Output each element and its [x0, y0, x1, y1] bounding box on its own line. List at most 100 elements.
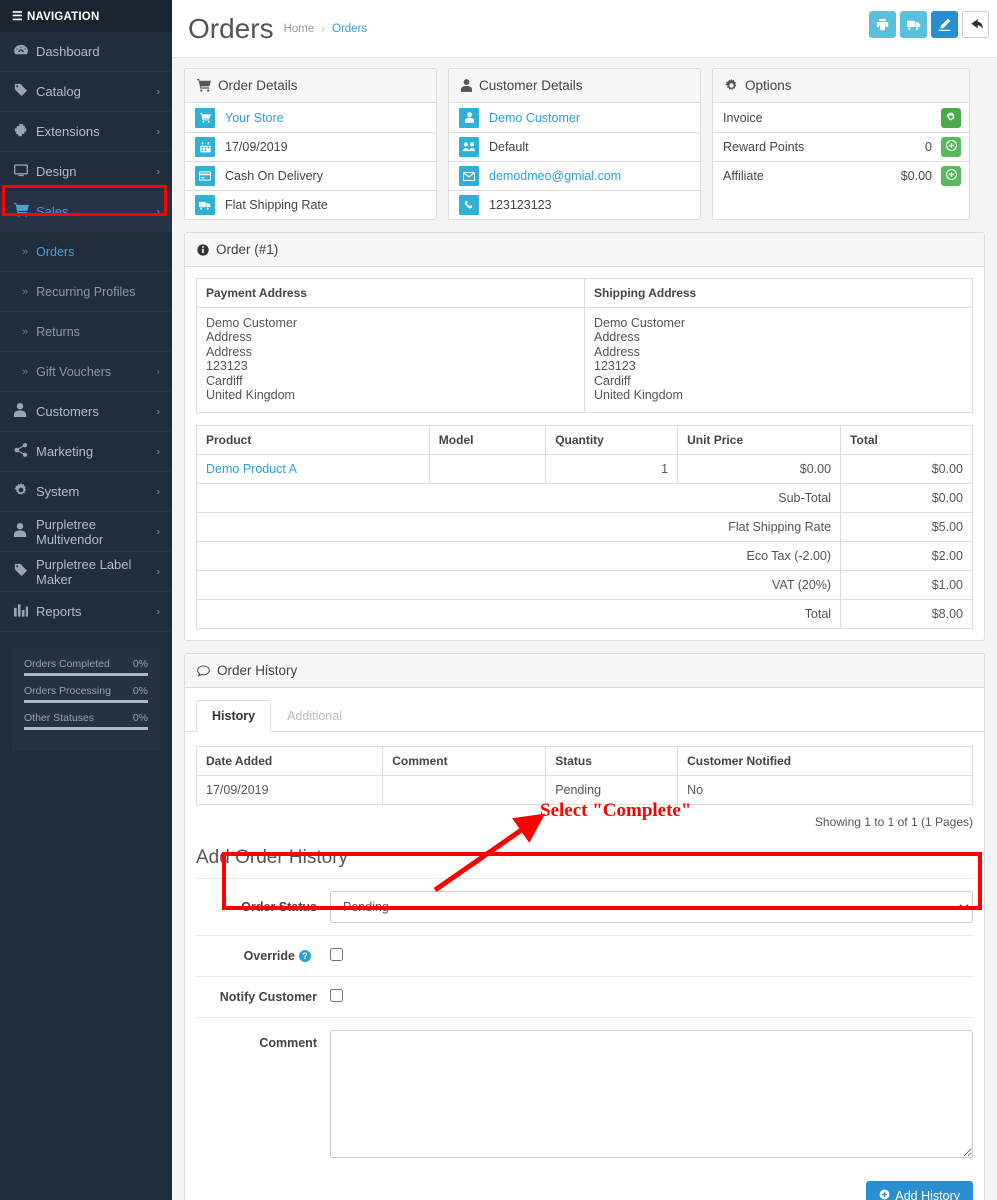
notify-customer-checkbox[interactable]: [330, 989, 343, 1003]
navigation-header: ☰ NAVIGATION: [0, 0, 172, 32]
total-label: Total: [195, 599, 842, 630]
product-link[interactable]: Demo Product A: [206, 462, 297, 476]
main-content: Orders Home › Orders Order Details Your …: [172, 0, 997, 1200]
navigation-header-label: NAVIGATION: [26, 11, 100, 23]
order-statistics-box: Orders Completed 0% Orders Processing 0%…: [12, 648, 160, 751]
panel-title: Order History: [217, 663, 298, 679]
option-row-affiliate: Affiliate $0.00: [713, 161, 969, 190]
back-button[interactable]: [962, 11, 989, 38]
total-value: $2.00: [840, 541, 973, 572]
sidebar-item-system[interactable]: System ›: [0, 472, 172, 512]
override-checkbox[interactable]: [330, 948, 343, 962]
user-icon: [14, 403, 36, 420]
sidebar-item-purpletree-multivendor[interactable]: Purpletree Multivendor ›: [0, 512, 172, 552]
progress-bar: [24, 673, 148, 676]
address-line: 123123: [206, 359, 248, 374]
sidebar-item-returns[interactable]: » Returns: [0, 312, 172, 352]
sidebar-item-recurring-profiles[interactable]: » Recurring Profiles: [0, 272, 172, 312]
list-item: Demo Customer: [449, 103, 700, 132]
double-chevron-right-icon: »: [22, 285, 29, 298]
address-line: Address: [594, 344, 640, 359]
sidebar-item-design[interactable]: Design ›: [0, 152, 172, 192]
customer-phone: 123123123: [489, 198, 552, 212]
print-invoice-button[interactable]: [869, 11, 896, 38]
phone-icon: [459, 195, 479, 215]
payment-address-cell: Demo Customer Address Address 123123 Car…: [196, 306, 585, 414]
print-shipping-list-button[interactable]: [900, 11, 927, 38]
cell-customer-notified: No: [677, 775, 973, 806]
customer-email-link[interactable]: demodmeo@gmial.com: [489, 169, 621, 183]
option-label: Invoice: [723, 110, 763, 125]
override-label-text: Override: [243, 949, 295, 964]
sidebar-item-marketing[interactable]: Marketing ›: [0, 432, 172, 472]
stat-orders-processing: Orders Processing 0%: [24, 685, 148, 703]
edit-order-button[interactable]: [931, 11, 958, 38]
comment-label: Comment: [259, 1036, 317, 1051]
store-link[interactable]: Your Store: [225, 111, 284, 125]
order-panel-header: Order (#1): [185, 233, 984, 267]
tab-additional[interactable]: Additional: [271, 700, 358, 732]
page-header: Orders Home › Orders: [172, 0, 997, 58]
order-date: 17/09/2019: [225, 140, 288, 154]
address-line: Address: [206, 344, 252, 359]
breadcrumb-orders[interactable]: Orders: [332, 23, 367, 35]
customer-details-list: Demo Customer Default demodmeo@gmial.com: [449, 103, 700, 219]
cart-icon: [14, 203, 36, 220]
order-status-select[interactable]: Pending: [330, 891, 973, 924]
table-header-row: Date Added Comment Status Customer Notif…: [195, 746, 973, 777]
chevron-right-icon: ›: [156, 486, 160, 497]
sidebar-item-catalog[interactable]: Catalog ›: [0, 72, 172, 112]
list-item: Default: [449, 132, 700, 161]
breadcrumb-home[interactable]: Home: [284, 23, 315, 35]
col-quantity: Quantity: [545, 425, 679, 456]
tag-icon: [14, 83, 36, 100]
panel-title: Order Details: [218, 78, 298, 93]
address-line: Cardiff: [594, 373, 631, 388]
panel-title: Options: [745, 78, 792, 93]
tag-icon: [14, 563, 36, 580]
address-line: United Kingdom: [206, 387, 295, 402]
sidebar-item-sales[interactable]: Sales ›: [0, 192, 172, 232]
gear-icon: [14, 483, 36, 500]
sidebar-item-label: Catalog: [36, 84, 81, 99]
customer-link[interactable]: Demo Customer: [489, 111, 580, 125]
options-header: Options: [713, 69, 969, 103]
stat-value: 0%: [132, 658, 148, 670]
sidebar-item-dashboard[interactable]: Dashboard: [0, 32, 172, 72]
customer-details-panel: Customer Details Demo Customer Default d…: [448, 68, 701, 220]
hamburger-icon[interactable]: ☰: [12, 9, 23, 23]
credit-card-icon: [195, 166, 215, 186]
generate-invoice-button[interactable]: [941, 107, 961, 128]
form-row-override: Override ?: [196, 935, 973, 976]
table-row: Demo Product A 1 $0.00 $0.00: [196, 454, 973, 485]
form-row-order-status: Order Status Pending: [196, 878, 973, 935]
sidebar-item-reports[interactable]: Reports ›: [0, 592, 172, 632]
add-history-button[interactable]: Add History: [866, 1181, 973, 1200]
add-history-button-label: Add History: [895, 1189, 960, 1200]
share-icon: [14, 443, 36, 460]
add-reward-points-button[interactable]: [941, 137, 961, 157]
form-row-comment: Comment: [196, 1017, 973, 1173]
list-item: 17/09/2019: [185, 132, 436, 161]
total-value: $8.00: [840, 599, 973, 630]
total-value: $1.00: [840, 570, 973, 601]
add-affiliate-commission-button[interactable]: [941, 166, 961, 186]
sidebar-item-purpletree-label-maker[interactable]: Purpletree Label Maker ›: [0, 552, 172, 592]
tab-history[interactable]: History: [196, 700, 272, 733]
cell-quantity: 1: [545, 454, 679, 485]
chevron-right-icon: ›: [156, 566, 160, 577]
form-row-notify-customer: Notify Customer: [196, 976, 973, 1017]
question-circle-icon[interactable]: ?: [299, 950, 311, 963]
dashboard-icon: [14, 44, 36, 59]
comment-textarea[interactable]: [330, 1030, 973, 1159]
list-item: demodmeo@gmial.com: [449, 161, 700, 190]
table-row: Demo Customer Address Address 123123 Car…: [196, 306, 973, 414]
list-item: Cash On Delivery: [185, 161, 436, 190]
sidebar-item-extensions[interactable]: Extensions ›: [0, 112, 172, 152]
stat-orders-completed: Orders Completed 0%: [24, 658, 148, 676]
sidebar-item-orders[interactable]: » Orders: [0, 232, 172, 272]
sidebar-item-gift-vouchers[interactable]: » Gift Vouchers ›: [0, 352, 172, 392]
puzzle-icon: [14, 123, 36, 140]
sidebar-item-customers[interactable]: Customers ›: [0, 392, 172, 432]
cell-total: $0.00: [840, 454, 973, 485]
